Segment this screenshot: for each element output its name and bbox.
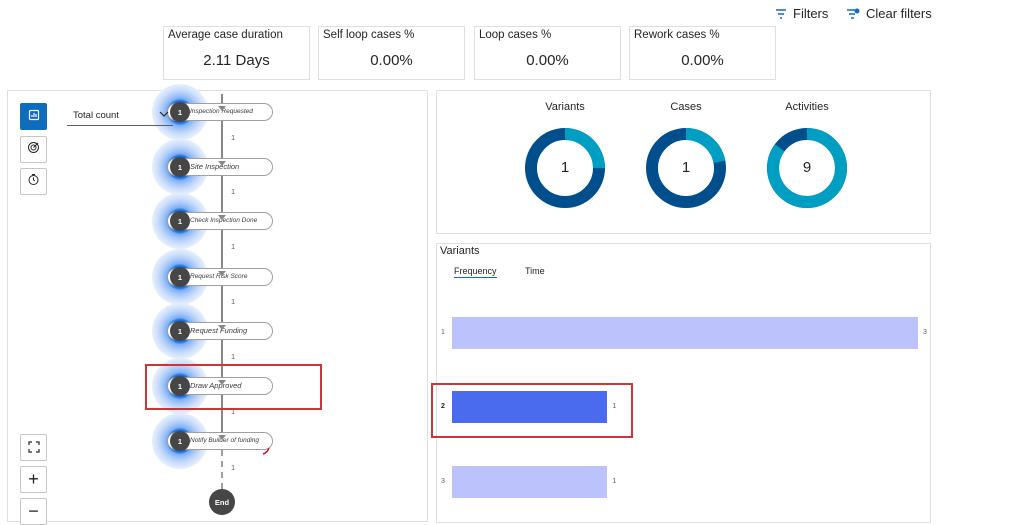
bar-value-label: 1 — [612, 478, 617, 485]
arrow-head-icon — [218, 427, 226, 445]
tab-frequency[interactable]: Frequency — [454, 266, 497, 278]
bar-value-label: 3 — [923, 329, 927, 336]
kpi-value: 0.00% — [370, 52, 413, 69]
map-view-button[interactable] — [20, 103, 47, 130]
metric-dropdown-value: Total count — [73, 110, 119, 121]
variants-title: Variants — [440, 245, 480, 257]
donut-value: 1 — [681, 159, 691, 176]
edge-count-label: 1 — [231, 132, 236, 142]
end-node[interactable]: End — [209, 489, 235, 515]
timing-view-button[interactable] — [20, 168, 47, 195]
arrow-head-icon — [218, 98, 226, 116]
variant-bar[interactable] — [452, 317, 918, 349]
zoom-in-button[interactable]: + — [20, 466, 47, 493]
kpi-label: Average case duration — [168, 29, 283, 41]
kpi-label: Loop cases % — [479, 29, 552, 41]
activity-count-badge: 1 — [170, 157, 190, 177]
kpi-value: 0.00% — [681, 52, 724, 69]
kpi-label: Self loop cases % — [323, 29, 415, 41]
chevron-down-icon — [159, 110, 169, 121]
kpi-average-case-duration: Average case duration 2.11 Days — [163, 26, 310, 80]
zoom-out-button[interactable]: − — [20, 498, 47, 525]
arrow-head-icon — [218, 153, 226, 171]
timer-icon — [27, 173, 40, 191]
chart-icon — [28, 108, 40, 126]
radar-icon — [27, 141, 40, 159]
filter-icon — [775, 8, 787, 20]
edge-count-label: 1 — [231, 187, 236, 196]
fullscreen-icon — [27, 437, 40, 458]
clear-filters-label: Clear filters — [866, 6, 932, 21]
donut-title: Activities — [785, 101, 829, 113]
activity-count-badge: 1 — [170, 431, 190, 451]
edge-count-label: 1 — [231, 462, 236, 472]
kpi-loop-cases: Loop cases % 0.00% — [474, 26, 621, 80]
donut-title: Cases — [670, 101, 702, 113]
donut-value: 9 — [802, 159, 812, 176]
activity-count-badge: 1 — [170, 211, 190, 231]
kpi-value: 2.11 Days — [203, 52, 270, 69]
target-view-button[interactable] — [20, 136, 47, 163]
kpi-self-loop-cases: Self loop cases % 0.00% — [318, 26, 465, 80]
tab-time[interactable]: Time — [525, 266, 545, 276]
arrow-head-icon — [218, 207, 226, 225]
arrow-head-icon — [218, 317, 226, 335]
kpi-value: 0.00% — [526, 52, 569, 69]
edge-count-label: 1 — [231, 297, 236, 306]
filters-label: Filters — [793, 6, 829, 21]
donut-title: Variants — [545, 101, 585, 113]
category-label: 3 — [441, 478, 445, 485]
highlight-box-variant-2 — [431, 383, 633, 438]
warning-marker-icon — [262, 442, 270, 460]
activity-count-badge: 1 — [170, 267, 190, 287]
edge-count-label: 1 — [231, 351, 236, 361]
activity-count-badge: 1 — [170, 102, 190, 122]
edge-count-label: 1 — [231, 242, 236, 251]
activity-count-badge: 1 — [170, 321, 190, 341]
donut-value: 1 — [560, 159, 570, 176]
clear-filters-button[interactable]: Clear filters — [846, 6, 932, 21]
filters-button[interactable]: Filters — [775, 6, 828, 21]
arrow-head-icon — [218, 263, 226, 281]
variant-bar[interactable] — [452, 466, 608, 498]
highlight-box-draw-approved — [145, 364, 322, 410]
clear-filter-icon — [846, 8, 860, 20]
metric-dropdown[interactable]: Total count — [67, 105, 173, 126]
fit-view-button[interactable] — [20, 434, 47, 461]
kpi-rework-cases: Rework cases % 0.00% — [629, 26, 776, 80]
kpi-label: Rework cases % — [634, 29, 720, 41]
category-label: 1 — [441, 329, 445, 336]
